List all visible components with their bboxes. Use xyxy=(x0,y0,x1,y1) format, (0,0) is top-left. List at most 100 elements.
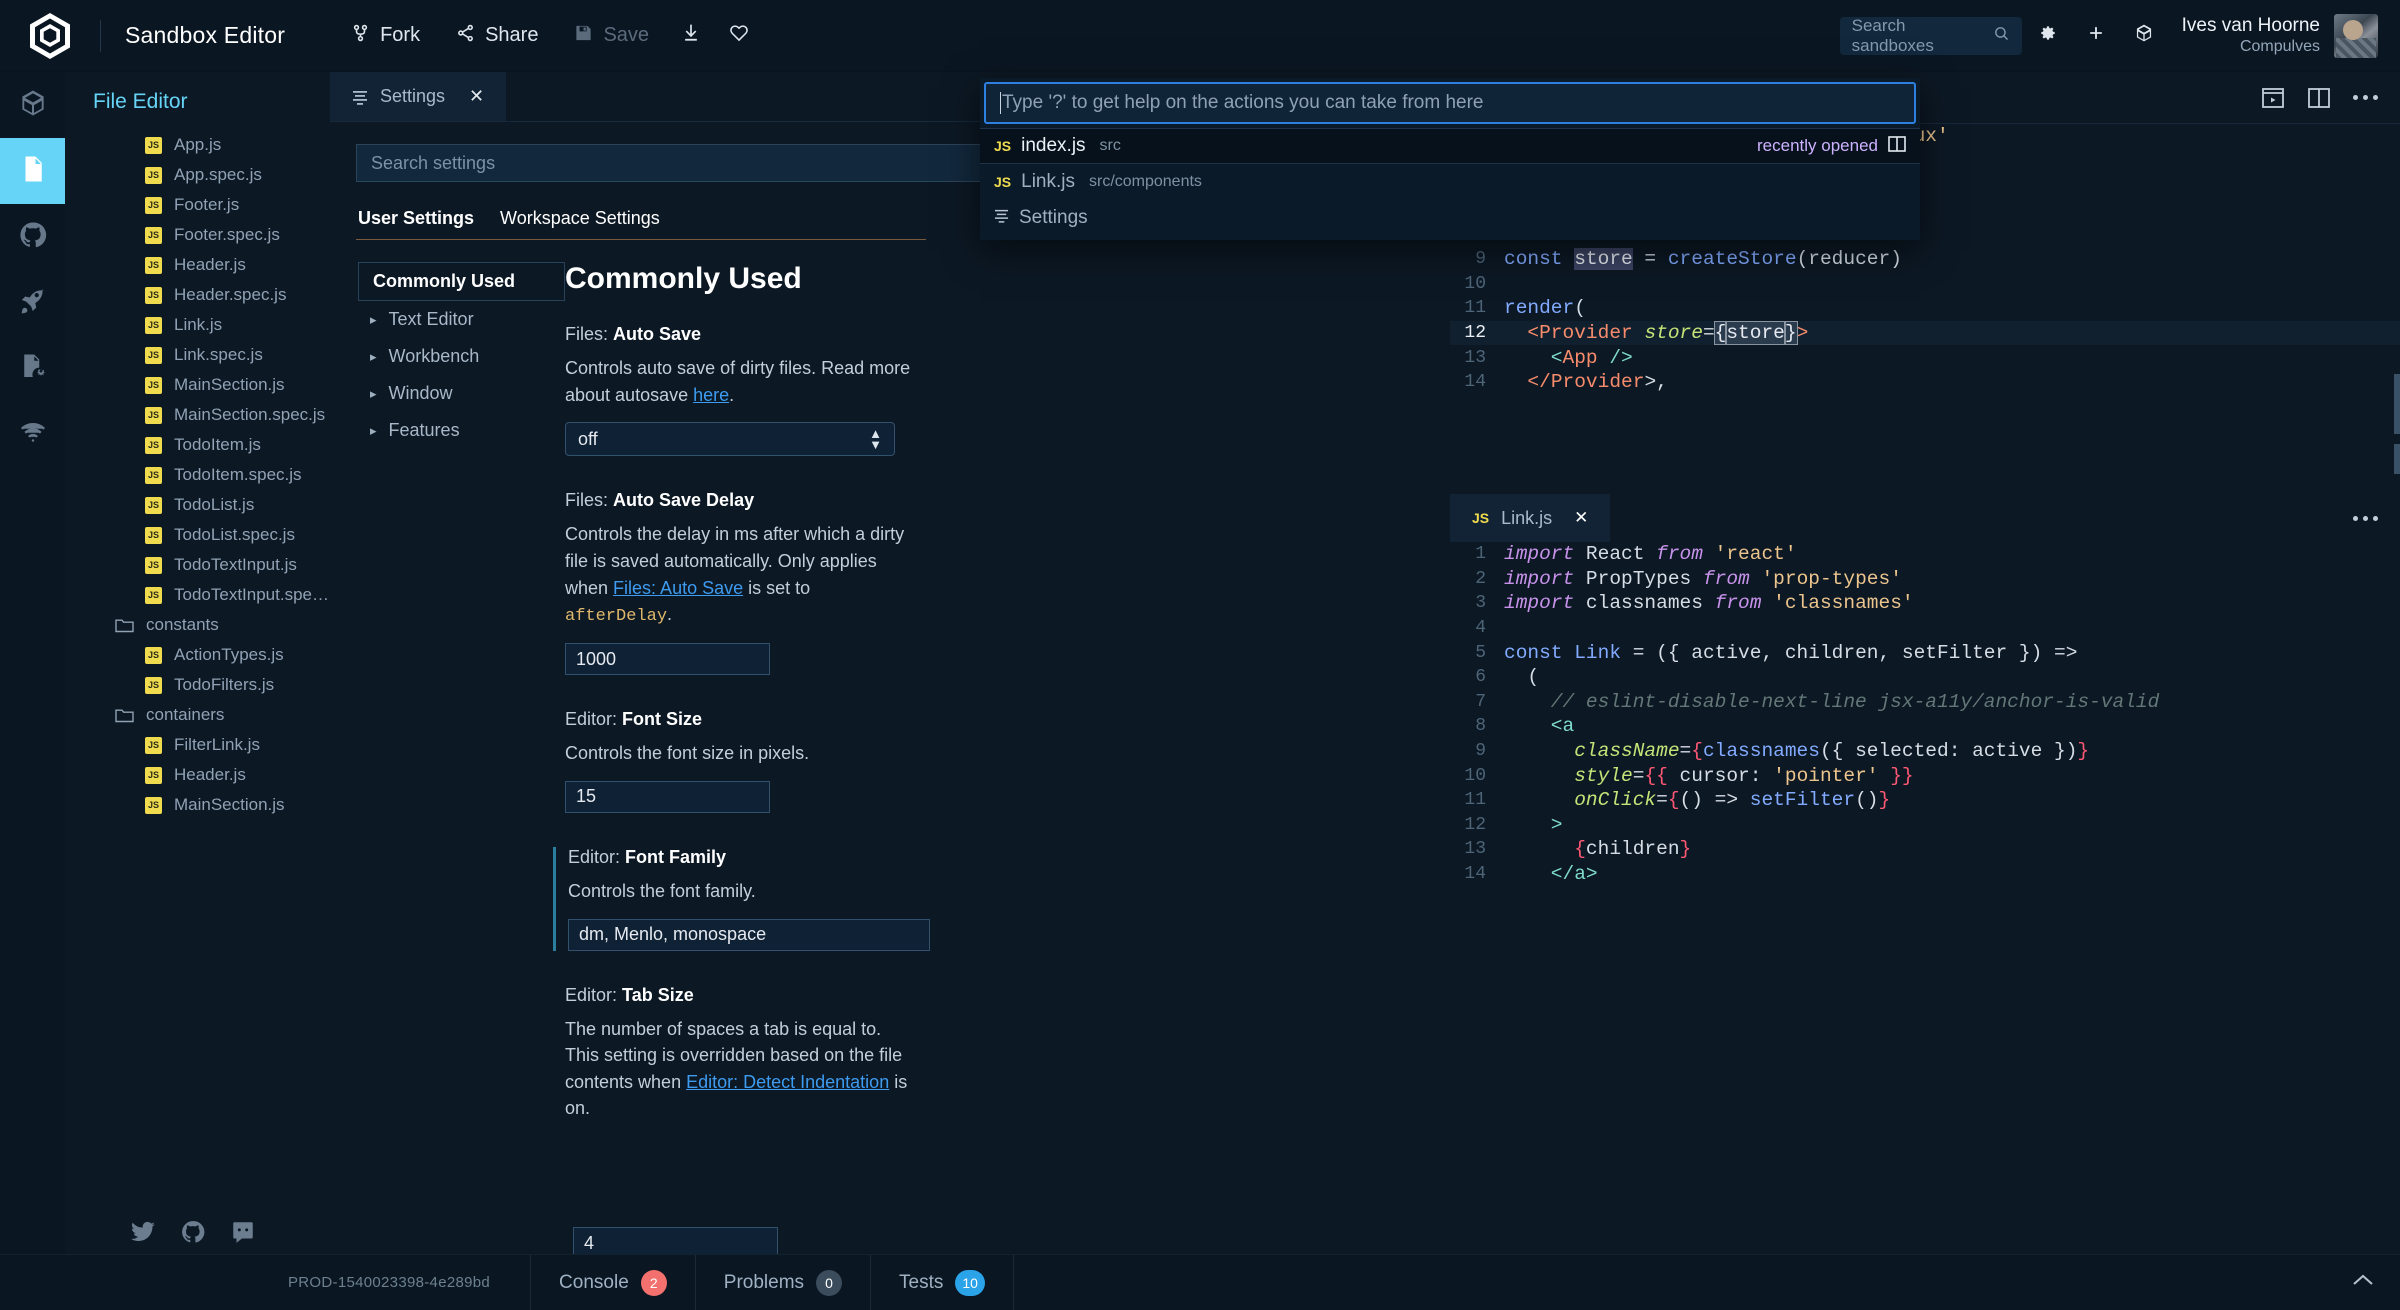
explorer-file-row[interactable]: JS Header.spec.js xyxy=(65,280,330,310)
user-team: Compulves xyxy=(2239,38,2320,56)
setting-label: Editor: Font Size xyxy=(565,709,703,730)
tab-workspace-settings[interactable]: Workspace Settings xyxy=(500,208,660,239)
code-line: 12 <Provider store={store}> xyxy=(1450,320,2400,346)
fork-button[interactable]: Fork xyxy=(333,17,438,55)
preview-window-icon[interactable] xyxy=(2261,87,2285,109)
code-scroll-indicator-1[interactable] xyxy=(2394,374,2400,434)
status-tab-tests[interactable]: Tests 10 xyxy=(870,1254,1014,1310)
tab-user-settings[interactable]: User Settings xyxy=(358,208,474,239)
settings-category-workbench[interactable]: ▸ Workbench xyxy=(358,338,565,375)
explorer-file-row[interactable]: JS App.spec.js xyxy=(65,160,330,190)
avatar[interactable] xyxy=(2334,13,2378,58)
tab-settings[interactable]: Settings ✕ xyxy=(330,72,508,121)
twitter-icon[interactable] xyxy=(130,1219,156,1250)
explorer-folder-row[interactable]: containers xyxy=(65,700,330,730)
explorer-file-row[interactable]: JS Footer.js xyxy=(65,190,330,220)
new-sandbox-button[interactable] xyxy=(2074,16,2118,56)
js-icon: JS xyxy=(145,526,162,544)
code-text: render( xyxy=(1504,297,1586,319)
save-button[interactable]: Save xyxy=(556,17,667,55)
setting-text: . xyxy=(729,384,735,405)
fork-label: Fork xyxy=(380,24,421,46)
setting-description: Controls the font family. xyxy=(568,878,918,905)
split-panes-icon[interactable] xyxy=(2307,87,2331,109)
sandboxes-button[interactable] xyxy=(2122,16,2166,56)
code-token: const xyxy=(1504,248,1575,271)
more-dots-icon[interactable] xyxy=(2353,515,2400,521)
close-icon[interactable]: ✕ xyxy=(469,86,484,107)
codesandbox-cube-icon[interactable] xyxy=(0,12,100,59)
settings-category-window[interactable]: ▸ Window xyxy=(358,375,565,412)
explorer-file-row[interactable]: JS TodoItem.spec.js xyxy=(65,460,330,490)
user-menu[interactable]: Ives van Hoorne Compulves xyxy=(2182,13,2378,58)
code-token: Link xyxy=(1574,641,1622,664)
setting-link[interactable]: Files: Auto Save xyxy=(613,578,743,598)
explorer-item-label: TodoList.spec.js xyxy=(174,525,295,544)
share-button[interactable]: Share xyxy=(438,17,556,55)
setting-link[interactable]: here xyxy=(693,385,729,405)
code-token: = xyxy=(1702,322,1715,345)
like-button[interactable] xyxy=(715,16,763,55)
rail-item-github[interactable] xyxy=(0,204,65,270)
settings-category-features[interactable]: ▸ Features xyxy=(358,412,565,449)
setting-text-input[interactable]: 1000 xyxy=(565,643,770,676)
explorer-file-row[interactable]: JS TodoList.spec.js xyxy=(65,520,330,550)
explorer-file-row[interactable]: JS ActionTypes.js xyxy=(65,640,330,670)
close-icon[interactable]: ✕ xyxy=(1574,508,1588,528)
rail-item-files[interactable] xyxy=(0,138,65,204)
explorer-file-row[interactable]: JS Footer.spec.js xyxy=(65,220,330,250)
status-tab-problems[interactable]: Problems 0 xyxy=(694,1254,870,1310)
code-token: >, xyxy=(1644,371,1668,394)
chevron-right-icon: ▸ xyxy=(370,311,377,327)
palette-result-settings[interactable]: Settings xyxy=(980,200,1920,236)
explorer-file-row[interactable]: JS TodoFilters.js xyxy=(65,670,330,700)
status-tab-console[interactable]: Console 2 xyxy=(530,1254,695,1310)
command-palette-input[interactable]: Type '?' to get help on the actions you … xyxy=(984,82,1916,124)
palette-result-link-js[interactable]: JS Link.js src/components xyxy=(980,164,1920,200)
explorer-file-row[interactable]: JS TodoItem.js xyxy=(65,430,330,460)
explorer-file-row[interactable]: JS FilterLink.js xyxy=(65,730,330,760)
search-sandboxes-input[interactable]: Search sandboxes xyxy=(1839,16,2022,55)
explorer-file-row[interactable]: JS TodoTextInput.spe… xyxy=(65,580,330,610)
tab-link-js[interactable]: JS Link.js ✕ xyxy=(1450,494,1611,542)
explorer-file-row[interactable]: JS TodoList.js xyxy=(65,490,330,520)
discord-icon[interactable] xyxy=(230,1219,256,1250)
collapse-panel-button[interactable] xyxy=(2352,1273,2400,1292)
explorer-file-row[interactable]: JS MainSection.js xyxy=(65,370,330,400)
github-icon[interactable] xyxy=(180,1219,206,1250)
setting-label: Files: Auto Save xyxy=(565,324,702,344)
rail-item-live[interactable] xyxy=(0,402,65,468)
explorer-folder-row[interactable]: constants xyxy=(65,610,330,640)
setting-text-input[interactable]: dm, Menlo, monospace xyxy=(568,918,930,951)
code-token: store xyxy=(1725,321,1786,346)
line-number: 9 xyxy=(1475,741,1486,762)
explorer-file-row[interactable]: JS Link.spec.js xyxy=(65,340,330,370)
explorer-file-row[interactable]: JS Header.js xyxy=(65,760,330,790)
settings-button[interactable] xyxy=(2026,16,2070,56)
explorer-file-row[interactable]: JS App.js xyxy=(65,130,330,160)
rail-item-configuration[interactable] xyxy=(0,336,65,402)
setting-select[interactable]: off ▲ ▼ xyxy=(565,422,895,457)
command-palette-results: JS index.js src recently opened JS Link.js src… xyxy=(980,128,1920,240)
palette-result-index-js[interactable]: JS index.js src recently opened xyxy=(980,128,1920,164)
explorer-file-row[interactable]: JS TodoTextInput.js xyxy=(65,550,330,580)
code-scroll-indicator-2[interactable] xyxy=(2394,444,2400,474)
codesandbox-editor: Sandbox Editor Fork Share Save Search sa… xyxy=(0,0,2400,1310)
download-button[interactable] xyxy=(667,16,715,55)
settings-category-commonly-used[interactable]: Commonly Used xyxy=(358,262,565,301)
explorer-file-row[interactable]: JS MainSection.spec.js xyxy=(65,400,330,430)
explorer-file-row[interactable]: JS Link.js xyxy=(65,310,330,340)
setting-description: Controls auto save of dirty files. Read … xyxy=(565,355,915,408)
setting-link[interactable]: Editor: Detect Indentation xyxy=(686,1072,889,1092)
rail-item-deployment[interactable] xyxy=(0,270,65,336)
settings-category-text-editor[interactable]: ▸ Text Editor xyxy=(358,301,565,338)
explorer-file-row[interactable]: JS Header.js xyxy=(65,250,330,280)
code-token: () => xyxy=(1679,789,1750,812)
code-pane-link-js[interactable]: 1 import React from 'react' 2 import PropTy… xyxy=(1450,542,2400,942)
line-number: 12 xyxy=(1464,323,1486,344)
more-dots-icon[interactable] xyxy=(2353,95,2378,100)
chevron-updown-icon: ▲ ▼ xyxy=(869,425,882,453)
setting-text-input[interactable]: 15 xyxy=(565,780,770,813)
rail-item-sandbox-explorer[interactable] xyxy=(0,72,65,138)
explorer-file-row[interactable]: JS MainSection.js xyxy=(65,790,330,820)
